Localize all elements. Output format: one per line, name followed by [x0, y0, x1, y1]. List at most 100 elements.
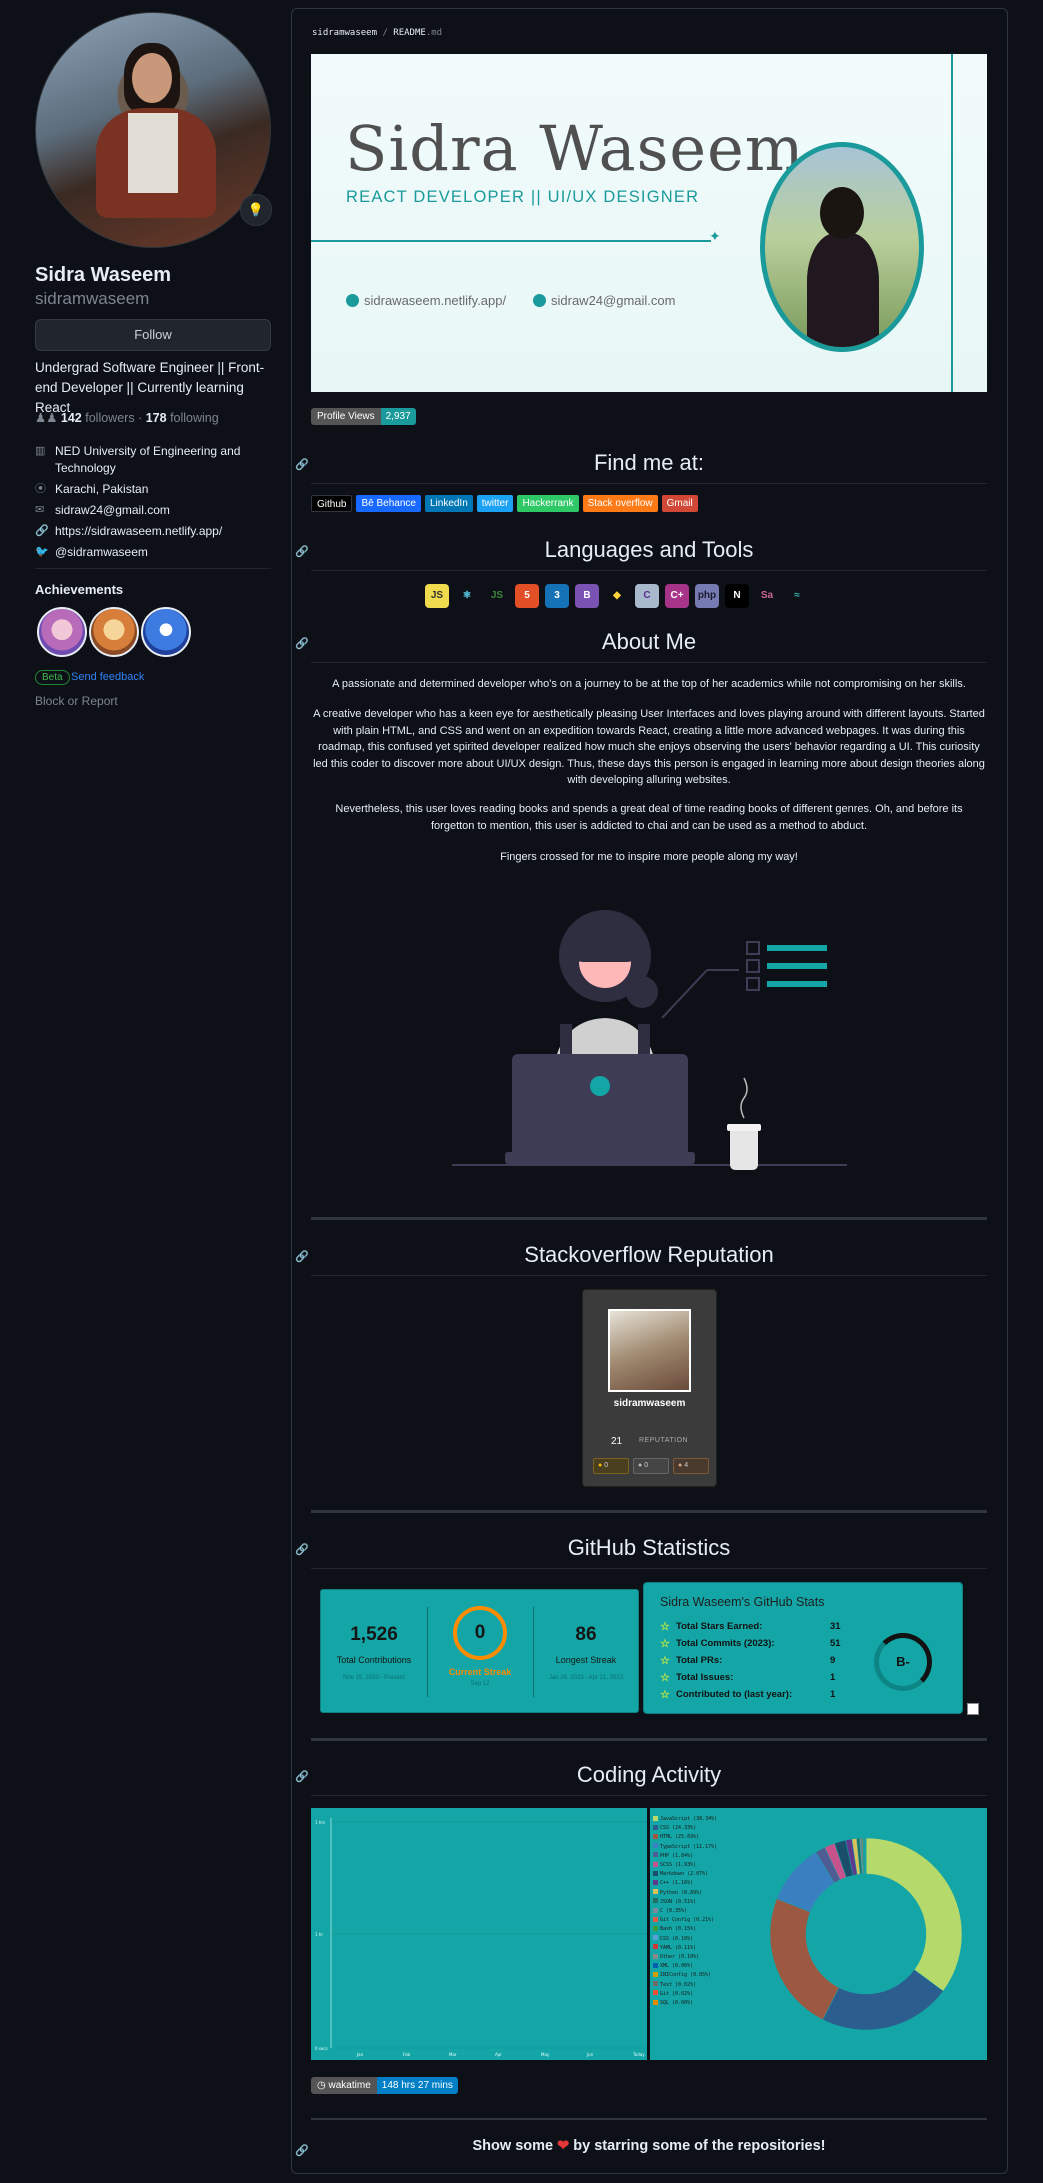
total-contributions-value: 1,526	[350, 1624, 398, 1645]
github-stats-card[interactable]: Sidra Waseem's GitHub Stats Total Stars …	[643, 1582, 963, 1714]
x-tick-label: Mar	[449, 2052, 457, 2057]
legend-item: Other (0.10%)	[653, 1953, 717, 1962]
anchor-link-icon[interactable]: 🔗	[295, 2144, 309, 2157]
legend-swatch	[653, 1962, 658, 1968]
sass-icon: Sa	[755, 584, 779, 608]
coding-activity-heading: Coding Activity	[576, 1762, 722, 1787]
developer-illustration	[452, 910, 847, 1170]
rank-grade-ring: B-	[874, 1633, 932, 1691]
legend-item: Bash (0.15%)	[653, 1925, 717, 1934]
achievement-yolo-icon[interactable]	[89, 607, 139, 657]
status-emoji-icon[interactable]: 💡	[240, 194, 272, 226]
legend-item: YAML (0.11%)	[653, 1944, 717, 1953]
twitter-icon: 🐦	[35, 546, 49, 558]
sparkle-icon: ✦	[709, 228, 721, 244]
html5-icon: 5	[515, 584, 539, 608]
star-repos-message: Show some ❤ by starring some of the repo…	[472, 2138, 826, 2154]
behance-badge[interactable]: Bē Behance	[356, 495, 421, 512]
total-contributions-label: Total Contributions	[336, 1655, 412, 1665]
readme-banner: Sidra Waseem REACT DEVELOPER || UI/UX DE…	[311, 54, 987, 392]
anchor-link-icon[interactable]: 🔗	[295, 1250, 309, 1263]
legend-swatch	[653, 1889, 658, 1895]
achievement-quickdraw-icon[interactable]	[37, 607, 87, 657]
following-link[interactable]: 178 following	[146, 411, 219, 425]
stackoverflow-reputation: 21	[611, 1436, 623, 1447]
anchor-link-icon[interactable]: 🔗	[295, 458, 309, 471]
x-tick-label: May	[541, 2052, 550, 2057]
info-twitter[interactable]: 🐦 @sidramwaseem	[35, 544, 280, 561]
achievement-pull-shark-icon[interactable]	[141, 607, 191, 657]
languages-donut-svg	[769, 1837, 963, 2031]
twitter-badge[interactable]: twitter	[476, 495, 514, 512]
legend-item: JavaScript (38.34%)	[653, 1815, 717, 1824]
heading-rule	[311, 483, 987, 484]
silver-badge: ● 0	[633, 1458, 669, 1474]
followers-link[interactable]: 142 followers	[61, 411, 135, 425]
x-tick-label: Today	[632, 2052, 645, 2057]
banner-vertical-rule	[951, 54, 953, 392]
follow-stats: ♟♟ 142 followers · 178 following	[35, 411, 219, 425]
info-website[interactable]: 🔗 https://sidrawaseem.netlify.app/	[35, 523, 280, 540]
legend-item: Python (0.89%)	[653, 1889, 717, 1898]
banner-email: sidraw24@gmail.com	[533, 293, 675, 308]
legend-item: Markdown (2.07%)	[653, 1870, 717, 1879]
legend-item: TypeScript (11.17%)	[653, 1843, 717, 1852]
linkedin-badge[interactable]: LinkedIn	[424, 495, 473, 512]
send-feedback-link[interactable]: Send feedback	[71, 671, 144, 683]
mail-icon: ✉	[35, 504, 45, 516]
tailwind-icon: ≈	[785, 584, 809, 608]
legend-swatch	[653, 1925, 658, 1931]
javascript-icon: JS	[425, 584, 449, 608]
beta-label: Beta	[35, 670, 70, 685]
donut-slice	[865, 1837, 963, 1992]
hackerrank-badge[interactable]: Hackerrank	[517, 495, 579, 512]
languages-heading: Languages and Tools	[544, 537, 754, 562]
python-icon: ◆	[605, 584, 629, 608]
github-badge[interactable]: Github	[311, 495, 353, 512]
info-email[interactable]: ✉ sidraw24@gmail.com	[35, 502, 280, 519]
stackoverflow-heading: Stackoverflow Reputation	[524, 1242, 774, 1267]
current-streak-ring: 0	[453, 1606, 507, 1660]
section-rule	[311, 1510, 987, 1513]
legend-swatch	[653, 1907, 658, 1913]
github-stats-title: Sidra Waseem's GitHub Stats	[660, 1595, 825, 1609]
streak-stats-card[interactable]: 1,526 Total Contributions Nov 15, 2020 -…	[320, 1589, 639, 1713]
profile-avatar[interactable]	[35, 12, 271, 248]
legend-swatch	[653, 1990, 658, 1996]
wakatime-activity-chart: 1 hrs 1 hr 0 secs Jan Feb Mar Apr May Jun Today	[311, 1808, 647, 2060]
legend-swatch	[653, 1861, 658, 1867]
stackoverflow-card[interactable]: sidramwaseem 21 REPUTATION ● 0 ● 0 ● 4	[582, 1289, 717, 1487]
longest-streak-label: Longest Streak	[555, 1655, 617, 1665]
section-rule	[311, 1738, 987, 1741]
breadcrumb-user[interactable]: sidramwaseem	[312, 28, 377, 38]
breadcrumb-file[interactable]: README	[393, 28, 426, 38]
legend-item: SCSS (1.93%)	[653, 1861, 717, 1870]
follow-button[interactable]: Follow	[35, 319, 271, 351]
info-location: ⦿ Karachi, Pakistan	[35, 482, 149, 496]
profile-bio: Undergrad Software Engineer || Front-end…	[35, 360, 265, 415]
legend-swatch	[653, 1870, 658, 1876]
legend-swatch	[653, 1916, 658, 1922]
banner-role: REACT DEVELOPER || UI/UX DESIGNER	[346, 188, 700, 206]
legend-swatch	[653, 1833, 658, 1839]
longest-streak-value: 86	[575, 1624, 597, 1645]
profile-info-list: ▥ NED University of Engineering and Techn…	[35, 443, 280, 565]
broken-image-icon	[967, 1703, 979, 1715]
anchor-link-icon[interactable]: 🔗	[295, 1770, 309, 1783]
legend-item: Text (0.02%)	[653, 1981, 717, 1990]
building-icon: ▥	[35, 445, 46, 457]
stackoverflow-badge[interactable]: Stack overflow	[582, 495, 658, 512]
sidebar-divider	[35, 568, 271, 569]
github-stats-heading: GitHub Statistics	[567, 1535, 731, 1560]
gmail-badge[interactable]: Gmail	[661, 495, 698, 512]
clock-icon: ◷	[317, 2080, 326, 2091]
stackoverflow-avatar	[608, 1309, 691, 1392]
anchor-link-icon[interactable]: 🔗	[295, 637, 309, 650]
total-contributions-range: Nov 15, 2020 - Present	[343, 1675, 405, 1681]
anchor-link-icon[interactable]: 🔗	[295, 545, 309, 558]
block-report-link[interactable]: Block or Report	[35, 694, 118, 708]
legend-swatch	[653, 1999, 658, 2005]
silver-badge-icon: ●	[638, 1462, 643, 1469]
anchor-link-icon[interactable]: 🔗	[295, 1543, 309, 1556]
location-icon: ⦿	[35, 483, 46, 495]
